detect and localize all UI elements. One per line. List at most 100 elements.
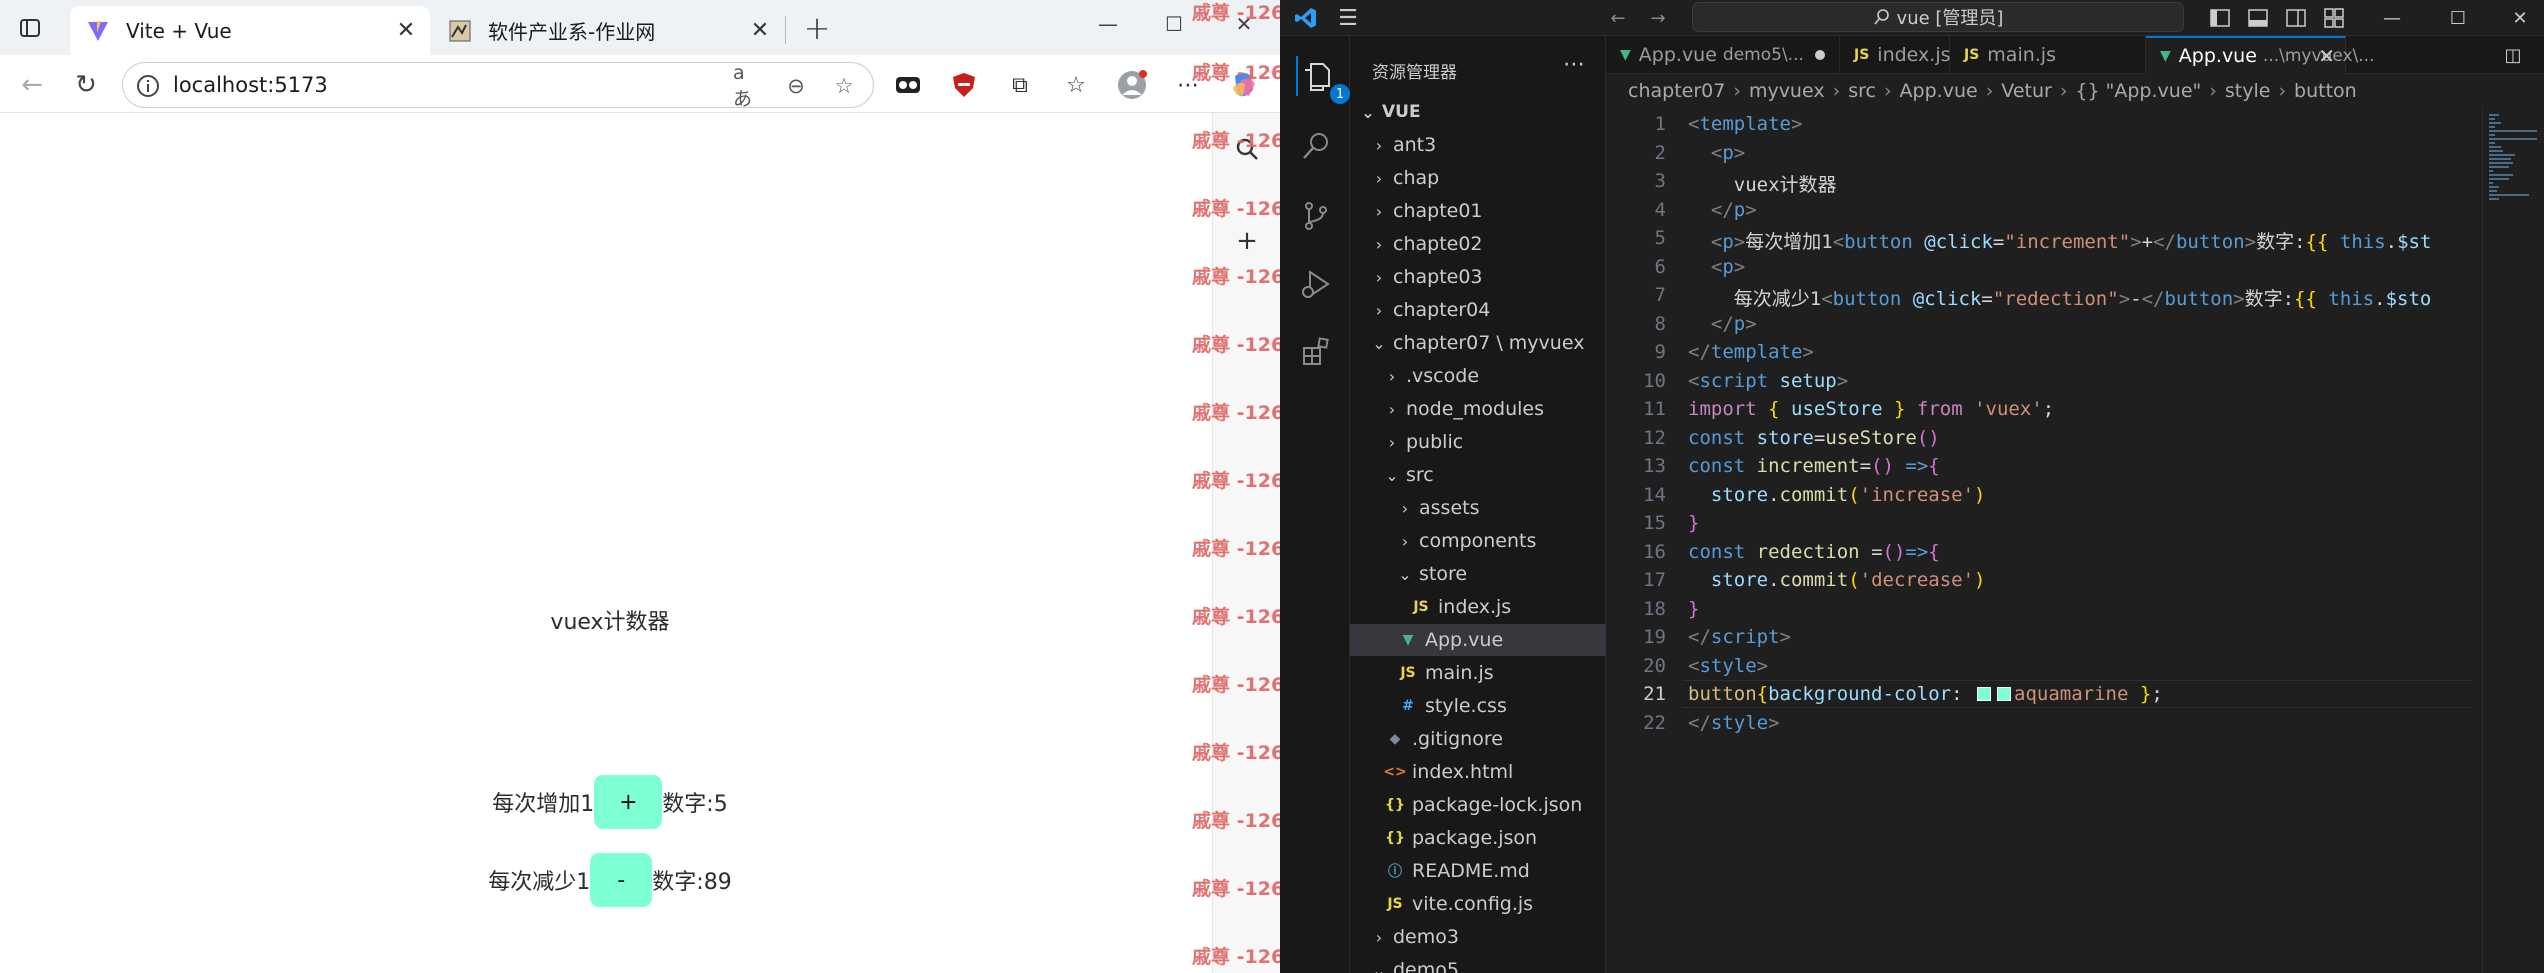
workspace-root[interactable]: ⌄ VUE	[1350, 96, 1606, 128]
zoom-icon[interactable]: ⊖	[781, 72, 811, 100]
tree-folder[interactable]: ⌄ src	[1350, 459, 1606, 491]
customize-layout-icon[interactable]	[2320, 4, 2348, 32]
address-bar[interactable]: localhost:5173 aあ ⊖ ☆	[122, 62, 874, 110]
breadcrumb-item[interactable]: src	[1848, 80, 1876, 102]
minimap[interactable]	[2482, 108, 2544, 973]
code-line[interactable]: </style>	[1688, 712, 1780, 734]
code-editor[interactable]: 1 <template> 2 <p> 3 vuex计数器 4 </p> 5 <p>每次增加…	[1606, 108, 2544, 973]
more-actions-icon[interactable]: ⋯	[1563, 52, 1585, 77]
tree-folder[interactable]: › ant3	[1350, 129, 1606, 161]
code-line[interactable]: const increment=() =>{	[1688, 455, 1940, 477]
tree-file[interactable]: JS main.js	[1350, 657, 1606, 689]
breadcrumb-item[interactable]: button	[2294, 80, 2357, 102]
favorites-icon[interactable]: ☆	[1058, 67, 1094, 103]
tree-folder[interactable]: › demo3	[1350, 921, 1606, 953]
close-tab-icon[interactable]: ✕	[392, 16, 420, 44]
code-line[interactable]: store.commit('increase')	[1688, 484, 1986, 506]
tree-file[interactable]: <> index.html	[1350, 756, 1606, 788]
browser-tab-vite-vue[interactable]: Vite + Vue ✕	[70, 6, 430, 55]
tree-folder[interactable]: › chapte03	[1350, 261, 1606, 293]
tree-folder[interactable]: ⌄ chapter07 \ myvuex	[1350, 327, 1606, 359]
tree-folder[interactable]: › chap	[1350, 162, 1606, 194]
run-debug-icon[interactable]	[1296, 264, 1336, 304]
maximize-icon[interactable]: ☐	[2444, 4, 2472, 32]
code-line[interactable]: </template>	[1688, 341, 1814, 363]
maximize-icon[interactable]: ☐	[1152, 6, 1196, 42]
breadcrumb-item[interactable]: Vetur	[2001, 80, 2052, 102]
code-line[interactable]: store.commit('decrease')	[1688, 569, 1986, 591]
close-window-icon[interactable]: ✕	[2506, 4, 2534, 32]
tree-folder[interactable]: ⌄ demo5	[1350, 954, 1606, 973]
code-line[interactable]: <template>	[1688, 113, 1802, 135]
shield-extension-icon[interactable]	[946, 67, 982, 103]
code-line[interactable]: <script setup>	[1688, 370, 1848, 392]
command-center-search[interactable]: vue [管理员]	[1692, 2, 2184, 32]
close-tab-icon[interactable]: ✕	[746, 16, 774, 44]
tree-folder[interactable]: › assets	[1350, 492, 1606, 524]
extensions-puzzle-icon[interactable]: ⧉	[1002, 67, 1038, 103]
decrement-button[interactable]: -	[590, 853, 653, 907]
source-control-icon[interactable]	[1296, 196, 1336, 236]
tree-file[interactable]: ⓘ README.md	[1350, 855, 1606, 887]
code-line[interactable]: <style>	[1688, 655, 1768, 677]
split-editor-icon[interactable]: ◫	[2500, 42, 2526, 68]
close-tab-icon[interactable]: ✕	[2318, 44, 2335, 68]
editor-tab[interactable]: JS main.js	[1950, 36, 2146, 74]
tree-folder[interactable]: › components	[1350, 525, 1606, 557]
nav-back-icon[interactable]: ←	[1604, 4, 1632, 32]
add-sidebar-icon[interactable]: +	[1231, 225, 1263, 257]
editor-tab[interactable]: ▼ App.vue demo5\...	[1606, 36, 1840, 74]
tree-folder[interactable]: › chapter04	[1350, 294, 1606, 326]
code-line[interactable]: import { useStore } from 'vuex';	[1688, 398, 2054, 420]
back-icon[interactable]: ←	[12, 65, 52, 105]
tree-folder[interactable]: › node_modules	[1350, 393, 1606, 425]
code-line[interactable]: <p>每次增加1<button @click="increment">+</bu…	[1688, 227, 2432, 254]
minimize-icon[interactable]: —	[2378, 4, 2406, 32]
tree-file[interactable]: {} package.json	[1350, 822, 1606, 854]
toggle-primary-sidebar-icon[interactable]	[2206, 4, 2234, 32]
extension-icon[interactable]	[890, 67, 926, 103]
code-line[interactable]: }	[1688, 512, 1699, 534]
code-line[interactable]: const store=useStore()	[1688, 427, 1940, 449]
editor-tab[interactable]: JS index.js	[1840, 36, 1951, 74]
menu-icon[interactable]: ☰	[1334, 4, 1362, 32]
code-line[interactable]: <p>	[1688, 142, 1745, 164]
toggle-panel-icon[interactable]	[2244, 4, 2272, 32]
tree-folder[interactable]: › chapte02	[1350, 228, 1606, 260]
favorite-star-icon[interactable]: ☆	[829, 72, 859, 100]
breadcrumb-item[interactable]: {} "App.vue"	[2075, 80, 2201, 102]
code-line[interactable]: </p>	[1688, 199, 1757, 221]
tree-file[interactable]: JS vite.config.js	[1350, 888, 1606, 920]
site-info-icon[interactable]	[135, 73, 161, 99]
explorer-icon[interactable]: 1	[1296, 56, 1350, 104]
code-line[interactable]: <p>	[1688, 256, 1745, 278]
code-line[interactable]: vuex计数器	[1688, 170, 1837, 197]
minimize-icon[interactable]: —	[1086, 6, 1130, 42]
browser-tab-homework[interactable]: 软件产业系-作业网 ✕	[432, 6, 784, 55]
breadcrumb-item[interactable]: chapter07	[1628, 80, 1725, 102]
new-tab-button[interactable]: +	[797, 8, 837, 48]
breadcrumb-item[interactable]: style	[2225, 80, 2271, 102]
nav-forward-icon[interactable]: →	[1644, 4, 1672, 32]
tab-actions-icon[interactable]	[12, 12, 48, 44]
tree-folder[interactable]: › chapte01	[1350, 195, 1606, 227]
editor-tab[interactable]: ▼ App.vue ...\myvuex\... ✕	[2146, 36, 2374, 74]
tree-folder[interactable]: › .vscode	[1350, 360, 1606, 392]
tree-file[interactable]: ◆ .gitignore	[1350, 723, 1606, 755]
refresh-icon[interactable]: ↻	[66, 65, 106, 105]
tree-file[interactable]: ▼ App.vue	[1350, 624, 1606, 656]
tree-file[interactable]: {} package-lock.json	[1350, 789, 1606, 821]
increment-button[interactable]: +	[594, 775, 663, 829]
tree-file[interactable]: JS index.js	[1350, 591, 1606, 623]
extensions-icon[interactable]	[1296, 332, 1336, 372]
code-line[interactable]: </p>	[1688, 313, 1757, 335]
tree-folder[interactable]: › public	[1350, 426, 1606, 458]
search-icon[interactable]	[1296, 126, 1336, 166]
code-line[interactable]: 每次减少1<button @click="redection">-</butto…	[1688, 284, 2432, 311]
code-line[interactable]: </script>	[1688, 626, 1791, 648]
tree-folder[interactable]: ⌄ store	[1350, 558, 1606, 590]
tree-file[interactable]: # style.css	[1350, 690, 1606, 722]
breadcrumb-item[interactable]: App.vue	[1900, 80, 1978, 102]
read-aloud-icon[interactable]: aあ	[733, 62, 763, 110]
toggle-secondary-sidebar-icon[interactable]	[2282, 4, 2310, 32]
